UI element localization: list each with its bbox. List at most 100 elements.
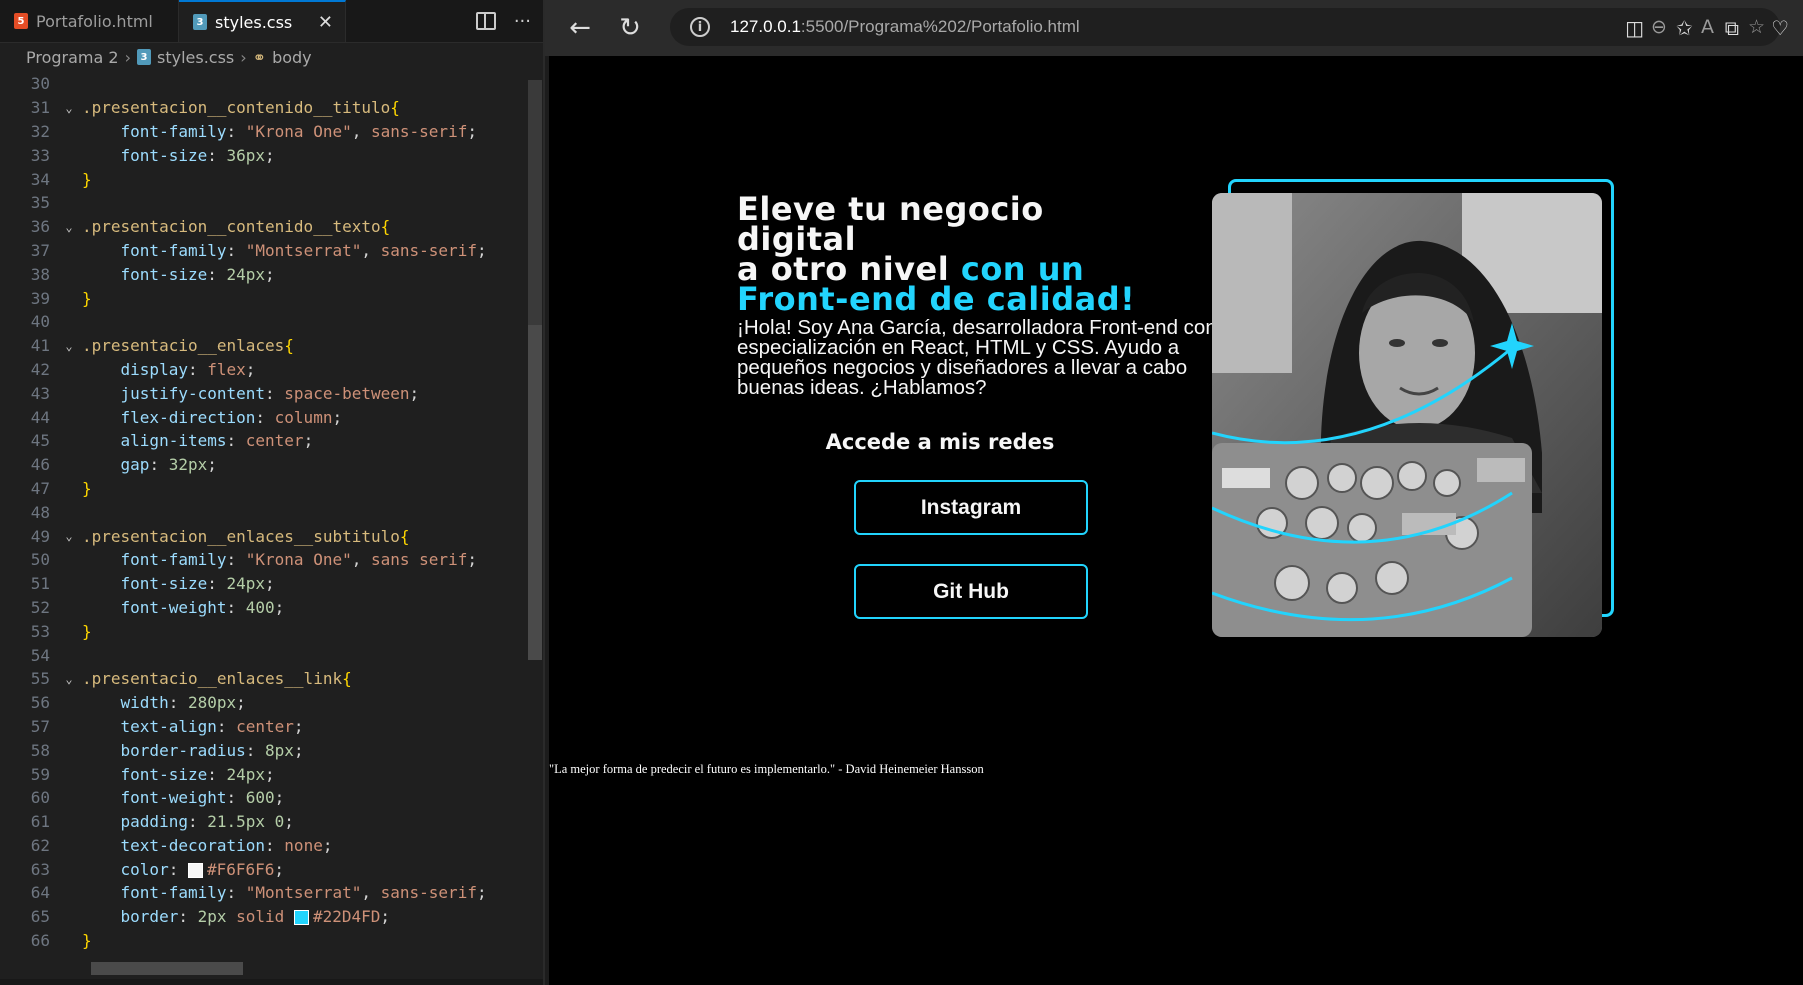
code-line[interactable]: 65 border: 2px solid #22D4FD; [0,905,543,929]
back-button[interactable]: ← [555,3,605,53]
chevron-down-icon[interactable]: ⌄ [60,220,78,234]
code-line[interactable]: 54 [0,643,543,667]
code-token: 2px [197,907,227,927]
code-line[interactable]: 50 font-family: "Krona One", sans serif; [0,548,543,572]
vertical-scrollbar-thumb[interactable] [528,325,542,660]
code-line[interactable]: 32 font-family: "Krona One", sans-serif; [0,120,543,144]
chevron-down-icon[interactable]: ⌄ [60,529,78,543]
line-number: 60 [30,788,50,808]
code-line[interactable]: 42 display: flex; [0,358,543,382]
code-line[interactable]: 55 ⌄ .presentacio__enlaces__link{ [0,667,543,691]
html5-icon: 5 [14,13,28,29]
code-line[interactable]: 60 font-weight: 600; [0,786,543,810]
code-line[interactable]: 47} [0,477,543,501]
code-line[interactable]: 52 font-weight: 400; [0,596,543,620]
line-number: 61 [30,812,50,832]
close-icon[interactable]: ✕ [318,12,333,33]
collections-icon[interactable]: ⧉ [1725,16,1739,40]
code-token: .presentacion__contenido__titulo [82,98,391,118]
code-line[interactable]: 40 [0,310,543,334]
url-text[interactable]: 127.0.0.1:5500/Programa%202/Portafolio.h… [730,17,1080,37]
code-token: align-items [120,431,227,451]
breadcrumb-file[interactable]: styles.css [157,48,234,67]
refresh-button[interactable]: ↻ [605,3,655,53]
code-line[interactable]: 53} [0,619,543,643]
code-text: } [78,170,92,189]
code-line[interactable]: 37 font-family: "Montserrat", sans-serif… [0,239,543,263]
breadcrumb-symbol[interactable]: body [272,48,312,67]
chevron-down-icon[interactable]: ⌄ [60,339,78,353]
color-swatch[interactable] [187,862,203,878]
chevron-right-icon: › [124,47,131,67]
chevron-down-icon[interactable]: ⌄ [60,101,78,115]
code-line[interactable]: 35 [0,191,543,215]
tab-portafolio-html[interactable]: 5 Portafolio.html [0,0,179,42]
code-token: column [274,407,333,427]
code-line[interactable]: 43 justify-content: space-between; [0,381,543,405]
chevron-down-icon[interactable]: ⌄ [60,672,78,686]
code-area[interactable]: 30 31 ⌄ .presentacion__contenido__titulo{32… [0,72,543,952]
code-line[interactable]: 48 [0,500,543,524]
code-token: : [216,716,237,736]
line-number: 40 [30,312,50,332]
code-line[interactable]: 56 width: 280px; [0,691,543,715]
code-text: color: #F6F6F6; [78,860,285,879]
line-number: 41 [30,336,50,356]
code-line[interactable]: 38 font-size: 24px; [0,262,543,286]
code-line[interactable]: 33 font-size: 36px; [0,143,543,167]
code-line[interactable]: 41 ⌄ .presentacio__enlaces{ [0,334,543,358]
tab-styles-css[interactable]: 3 styles.css ✕ [179,0,346,42]
address-bar[interactable]: i 127.0.0.1:5500/Programa%202/Portafolio… [670,8,1780,46]
line-number: 32 [30,121,50,141]
profile-photo-illustration [1212,193,1602,637]
code-line[interactable]: 39} [0,286,543,310]
info-icon[interactable]: i [690,17,710,37]
split-screen-icon[interactable]: ◫ [1625,16,1644,40]
code-line[interactable]: 44 flex-direction: column; [0,405,543,429]
code-line[interactable]: 36 ⌄ .presentacion__contenido__texto{ [0,215,543,239]
code-line[interactable]: 45 align-items: center; [0,429,543,453]
code-line[interactable]: 51 font-size: 24px; [0,572,543,596]
code-line[interactable]: 31 ⌄ .presentacion__contenido__titulo{ [0,96,543,120]
split-editor-icon[interactable] [475,12,496,30]
code-line[interactable]: 49 ⌄ .presentacion__enlaces__subtitulo{ [0,524,543,548]
code-line[interactable]: 58 border-radius: 8px; [0,738,543,762]
favorites-icon[interactable]: ✩ [1676,16,1693,40]
code-line[interactable]: 46 gap: 32px; [0,453,543,477]
code-text: font-family: "Montserrat", sans-serif; [78,241,487,260]
code-token: : [226,597,246,617]
code-line[interactable]: 64 font-family: "Montserrat", sans-serif… [0,881,543,905]
code-line[interactable]: 59 font-size: 24px; [0,762,543,786]
code-token: "Montserrat" [245,240,362,260]
code-line[interactable]: 63 color: #F6F6F6; [0,857,543,881]
title-line-1: Eleve tu negocio digital [737,190,1044,258]
code-line[interactable]: 34} [0,167,543,191]
editor-tabbar: 5 Portafolio.html 3 styles.css ✕ ··· [0,0,543,43]
more-actions-icon[interactable]: ··· [514,11,531,32]
line-number: 44 [30,407,50,427]
url-host: 127.0.0.1 [730,17,801,36]
line-number: 54 [30,645,50,665]
code-line[interactable]: 66} [0,929,543,953]
horizontal-scrollbar-thumb[interactable] [91,962,243,975]
github-link[interactable]: Git Hub [854,564,1088,619]
code-token: : [207,574,227,594]
profile-photo [1212,193,1602,637]
code-line[interactable]: 61 padding: 21.5px 0; [0,810,543,834]
browser-essentials-icon[interactable]: ♡ [1771,16,1789,40]
color-swatch[interactable] [293,910,309,926]
line-number: 43 [30,383,50,403]
code-line[interactable]: 62 text-decoration: none; [0,834,543,858]
code-line[interactable]: 30 [0,72,543,96]
code-line[interactable]: 57 text-align: center; [0,715,543,739]
breadcrumb-folder[interactable]: Programa 2 [26,48,119,67]
instagram-link[interactable]: Instagram [854,480,1088,535]
code-token: ; [476,240,487,260]
code-token: ; [265,264,275,284]
line-number: 50 [30,550,50,570]
